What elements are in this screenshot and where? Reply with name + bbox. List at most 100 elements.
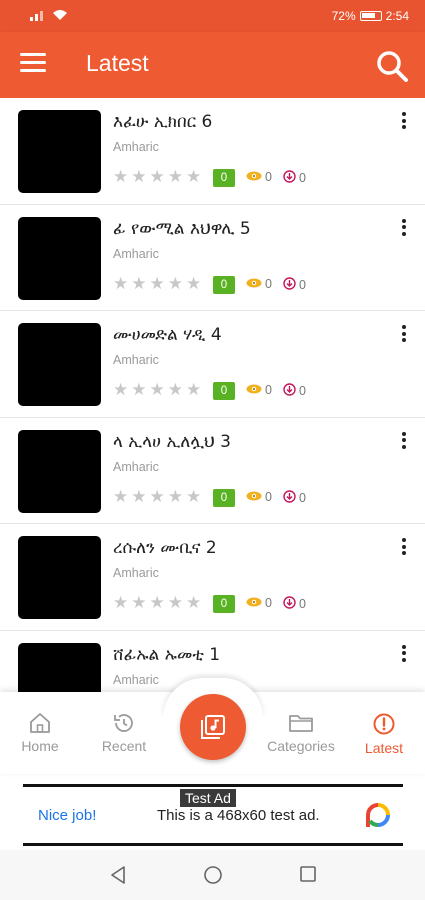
- item-title[interactable]: ረሱለን ሙቢና 2: [113, 538, 217, 558]
- star-icon: ★: [131, 593, 147, 613]
- list-item[interactable]: ረሱለን ሙቢና 2 Amharic ★ ★ ★ ★ ★ 0 0 0: [0, 524, 425, 631]
- status-left: [30, 9, 68, 24]
- wifi-icon: [52, 9, 68, 24]
- home-system-icon[interactable]: [203, 865, 223, 889]
- page-title: Latest: [86, 50, 149, 76]
- downloads-count: 0: [283, 383, 306, 399]
- item-title[interactable]: ፊ የውሚል እህዋሊ 5: [113, 219, 251, 239]
- eye-icon: [246, 383, 262, 397]
- star-icon: ★: [149, 273, 165, 294]
- item-title[interactable]: ላ ኢላሀ ኢለሏህ 3: [113, 432, 231, 452]
- rating-stars: ★ ★ ★ ★ ★: [113, 488, 201, 506]
- download-icon: [283, 489, 296, 506]
- views-count: 0: [246, 383, 272, 397]
- battery-percent: 72%: [331, 9, 356, 23]
- star-icon: ★: [113, 486, 129, 507]
- rating-stars: ★ ★ ★ ★ ★: [113, 275, 201, 293]
- star-icon: ★: [131, 167, 147, 187]
- star-icon: ★: [186, 486, 202, 507]
- eye-icon: [246, 277, 262, 291]
- downloads-value: 0: [299, 171, 306, 185]
- views-value: 0: [265, 489, 272, 504]
- views-count: 0: [246, 277, 272, 291]
- more-options-icon[interactable]: [397, 431, 411, 452]
- rating-badge: 0: [213, 169, 235, 187]
- star-icon: ★: [131, 273, 147, 294]
- views-value: 0: [265, 383, 272, 397]
- nav-home[interactable]: Home: [0, 712, 85, 754]
- item-language: Amharic: [113, 566, 159, 580]
- star-icon: ★: [186, 167, 202, 187]
- views-count: 0: [246, 596, 272, 610]
- list-item[interactable]: ፊ የውሚል እህዋሊ 5 Amharic ★ ★ ★ ★ ★ 0 0 0: [0, 204, 425, 311]
- ad-headline: Nice job!: [38, 807, 97, 824]
- downloads-value: 0: [299, 597, 306, 611]
- ad-logo-icon: [365, 802, 391, 834]
- item-thumbnail[interactable]: [18, 323, 101, 406]
- music-library-icon: [201, 715, 225, 739]
- back-icon[interactable]: [109, 865, 127, 889]
- downloads-count: 0: [283, 170, 306, 186]
- download-icon: [283, 383, 296, 399]
- downloads-value: 0: [299, 384, 306, 398]
- download-icon: [283, 276, 296, 293]
- item-title[interactable]: ሙሀመድል ሃዲ 4: [113, 325, 222, 345]
- downloads-value: 0: [299, 277, 306, 292]
- downloads-count: 0: [283, 596, 306, 612]
- nav-categories[interactable]: Categories: [256, 712, 346, 754]
- nav-categories-label: Categories: [267, 738, 335, 754]
- item-thumbnail[interactable]: [18, 429, 101, 513]
- item-language: Amharic: [113, 246, 159, 261]
- history-icon: [114, 714, 133, 732]
- recents-icon[interactable]: [299, 865, 317, 887]
- item-language: Amharic: [113, 353, 159, 367]
- star-icon: ★: [113, 593, 129, 613]
- rating-badge: 0: [213, 382, 235, 400]
- list-item[interactable]: እፈሁ ኢክበር 6 Amharic ★ ★ ★ ★ ★ 0 0 0: [0, 98, 425, 205]
- more-options-icon[interactable]: [397, 538, 411, 558]
- downloads-value: 0: [299, 490, 306, 505]
- star-icon: ★: [186, 593, 202, 613]
- rating-badge: 0: [213, 595, 235, 613]
- menu-icon[interactable]: [20, 53, 46, 77]
- eye-icon: [246, 596, 262, 610]
- nav-recent[interactable]: Recent: [79, 712, 169, 754]
- star-icon: ★: [113, 167, 129, 187]
- views-value: 0: [265, 276, 272, 291]
- star-icon: ★: [149, 486, 165, 507]
- rating-stars: ★ ★ ★ ★ ★: [113, 594, 201, 612]
- item-title[interactable]: ሸፊኡል ኡመቲ 1: [113, 645, 220, 665]
- ad-body: This is a 468x60 test ad.: [157, 807, 320, 824]
- views-count: 0: [246, 170, 272, 184]
- item-language: Amharic: [113, 672, 159, 687]
- list-item[interactable]: ላ ኢላሀ ኢለሏህ 3 Amharic ★ ★ ★ ★ ★ 0 0 0: [0, 417, 425, 524]
- signal-icon: [30, 9, 48, 24]
- nav-recent-label: Recent: [101, 738, 147, 754]
- search-icon[interactable]: [375, 49, 409, 83]
- more-options-icon[interactable]: [397, 112, 411, 132]
- downloads-count: 0: [283, 276, 306, 293]
- folder-icon: [289, 715, 313, 732]
- star-icon: ★: [149, 380, 165, 400]
- item-thumbnail[interactable]: [18, 536, 101, 619]
- views-value: 0: [265, 596, 272, 610]
- item-language: Amharic: [113, 140, 159, 154]
- music-library-fab[interactable]: [180, 694, 246, 760]
- download-icon: [283, 596, 296, 612]
- more-options-icon[interactable]: [397, 644, 411, 665]
- more-options-icon[interactable]: [397, 325, 411, 345]
- star-icon: ★: [167, 380, 183, 400]
- item-language: Amharic: [113, 459, 159, 474]
- home-icon: [30, 713, 50, 733]
- star-icon: ★: [149, 593, 165, 613]
- item-title[interactable]: እፈሁ ኢክበር 6: [113, 112, 212, 132]
- star-icon: ★: [149, 167, 165, 187]
- nav-home-label: Home: [21, 738, 59, 754]
- download-icon: [283, 170, 296, 186]
- item-thumbnail[interactable]: [18, 216, 101, 300]
- list-item[interactable]: ሙሀመድል ሃዲ 4 Amharic ★ ★ ★ ★ ★ 0 0 0: [0, 311, 425, 418]
- nav-latest[interactable]: Latest: [339, 712, 425, 756]
- eye-icon: [246, 170, 262, 184]
- item-thumbnail[interactable]: [18, 110, 101, 193]
- more-options-icon[interactable]: [397, 218, 411, 239]
